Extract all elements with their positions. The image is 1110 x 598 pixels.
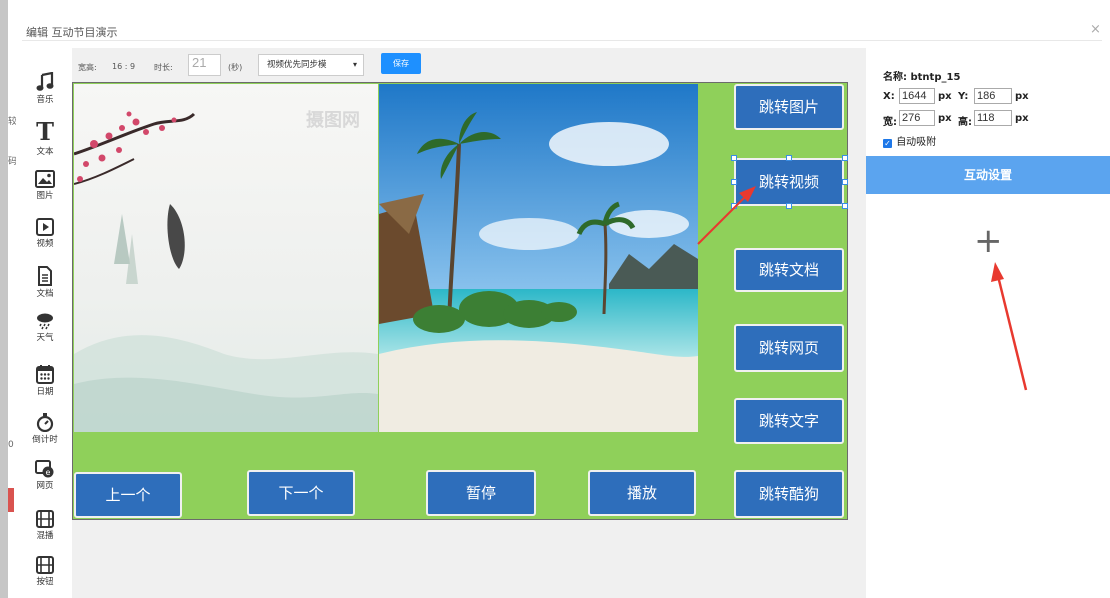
annotation-arrow-to-add — [991, 262, 1028, 391]
annotation-arrows — [697, 186, 1028, 391]
annotation-arrow-to-button — [697, 186, 756, 245]
